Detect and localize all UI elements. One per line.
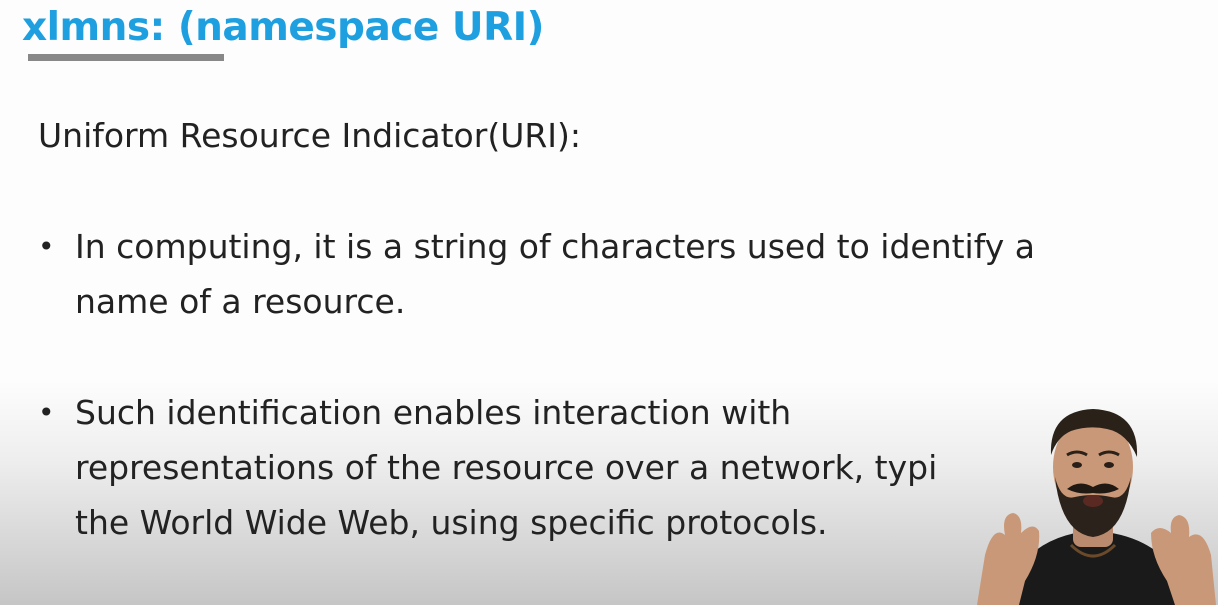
bullet-marker: •: [38, 396, 55, 429]
bullet-line: name of a resource.: [75, 282, 406, 321]
bullet-marker: •: [38, 230, 55, 263]
slide-title: xlmns: (namespace URI): [22, 5, 544, 50]
subheading: Uniform Resource Indicator(URI):: [38, 116, 582, 155]
bullet-line: In computing, it is a string of characte…: [75, 227, 1035, 266]
slide: xlmns: (namespace URI) Uniform Resource …: [0, 0, 1218, 605]
title-underline: [28, 54, 224, 61]
bullet-item: • In computing, it is a string of charac…: [38, 219, 1218, 329]
presenter-video-overlay: [977, 409, 1216, 605]
